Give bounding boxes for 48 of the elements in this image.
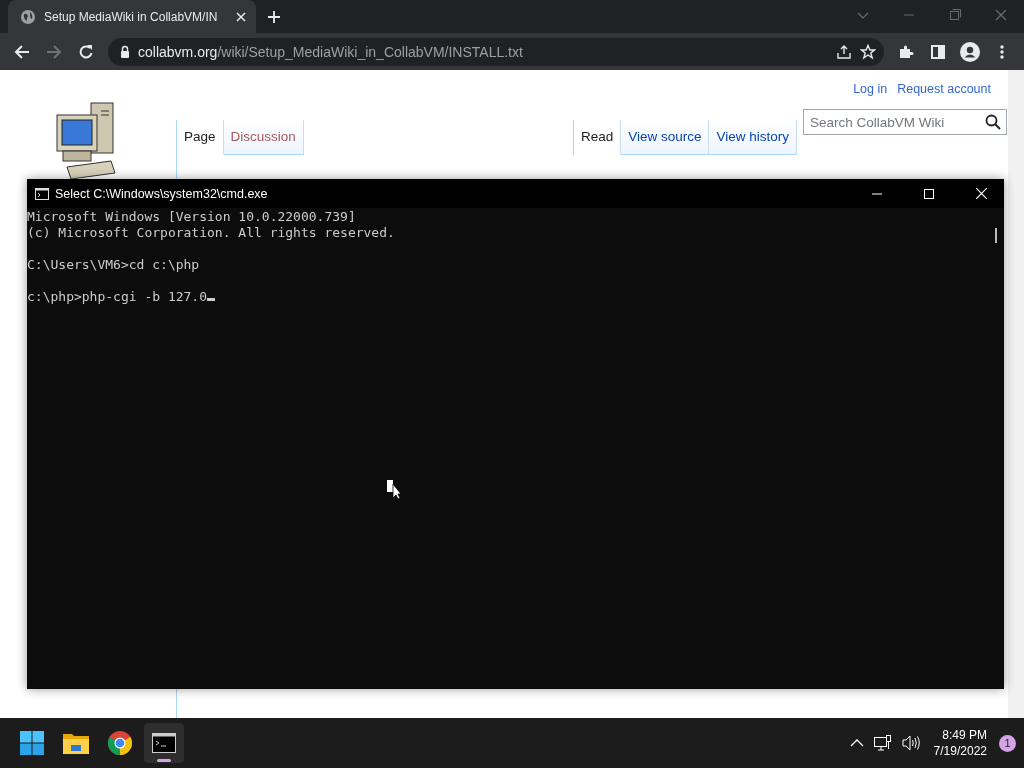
clock[interactable]: 8:49 PM 7/19/2022: [933, 727, 987, 759]
view-tab[interactable]: Read: [573, 120, 622, 155]
close-icon[interactable]: [236, 11, 246, 22]
volume-icon[interactable]: [901, 735, 920, 751]
window-title: Select C:\Windows\system32\cmd.exe: [55, 186, 269, 201]
header-link[interactable]: Request account: [897, 82, 991, 100]
tab-title: Setup MediaWiki in CollabVM/IN: [44, 9, 219, 24]
side-panel-icon[interactable]: [930, 43, 946, 60]
view-tab[interactable]: View history: [709, 120, 797, 154]
console-icon: [35, 187, 49, 200]
lock-icon: [120, 45, 130, 58]
view-tab[interactable]: View source: [621, 120, 710, 154]
page-tab[interactable]: Page: [177, 120, 224, 155]
search-icon[interactable]: [985, 114, 1001, 130]
profile-icon[interactable]: [960, 41, 980, 62]
chrome-browser-icon: [108, 731, 132, 755]
share-icon[interactable]: [836, 43, 852, 60]
taskbar-app[interactable]: [144, 723, 184, 763]
notification-badge[interactable]: 1: [999, 734, 1016, 752]
scrollbar[interactable]: [1008, 70, 1024, 718]
console-line: C:\Users\VM6>cd c:\php: [27, 257, 200, 273]
url-text: collabvm.org/wiki/Setup_MediaWiki_in_CollabVM/INSTALL.txt: [138, 43, 523, 60]
console-line: (c) Microsoft Corporation. All rights reserved.: [27, 225, 395, 241]
maximize-icon[interactable]: [924, 188, 934, 199]
back-icon[interactable]: [14, 43, 30, 60]
search-field[interactable]: Search CollabVM Wiki: [803, 109, 1007, 135]
scrollbar-thumb[interactable]: [995, 228, 997, 243]
reload-icon[interactable]: [78, 43, 94, 60]
globe-icon: [20, 8, 36, 25]
forward-icon[interactable]: [46, 43, 62, 60]
browser-tab[interactable]: Setup MediaWiki in CollabVM/IN: [8, 0, 256, 33]
console-line: Microsoft Windows [Version 10.0.22000.739]: [27, 209, 356, 225]
mouse-pointer-icon: [387, 480, 401, 500]
page-tab[interactable]: Discussion: [223, 120, 304, 154]
terminal-icon: [152, 733, 176, 753]
puzzle-icon[interactable]: [898, 43, 914, 60]
chevron-up-icon[interactable]: [849, 739, 864, 747]
menu-icon[interactable]: [1000, 43, 1004, 60]
time-text: 8:49 PM: [942, 727, 987, 743]
new-tab-icon[interactable]: [266, 8, 282, 25]
console-line: c:\php>php-cgi -b 127.0: [27, 289, 215, 305]
star-icon[interactable]: [860, 43, 876, 60]
start-icon: [20, 731, 44, 755]
date-text: 7/19/2022: [933, 743, 987, 759]
header-link[interactable]: Log in: [853, 82, 888, 100]
address-bar[interactable]: collabvm.org/wiki/Setup_MediaWiki_in_CollabVM/INSTALL.txt: [108, 37, 884, 66]
network-icon[interactable]: [873, 735, 892, 751]
folder-icon: [63, 732, 89, 754]
